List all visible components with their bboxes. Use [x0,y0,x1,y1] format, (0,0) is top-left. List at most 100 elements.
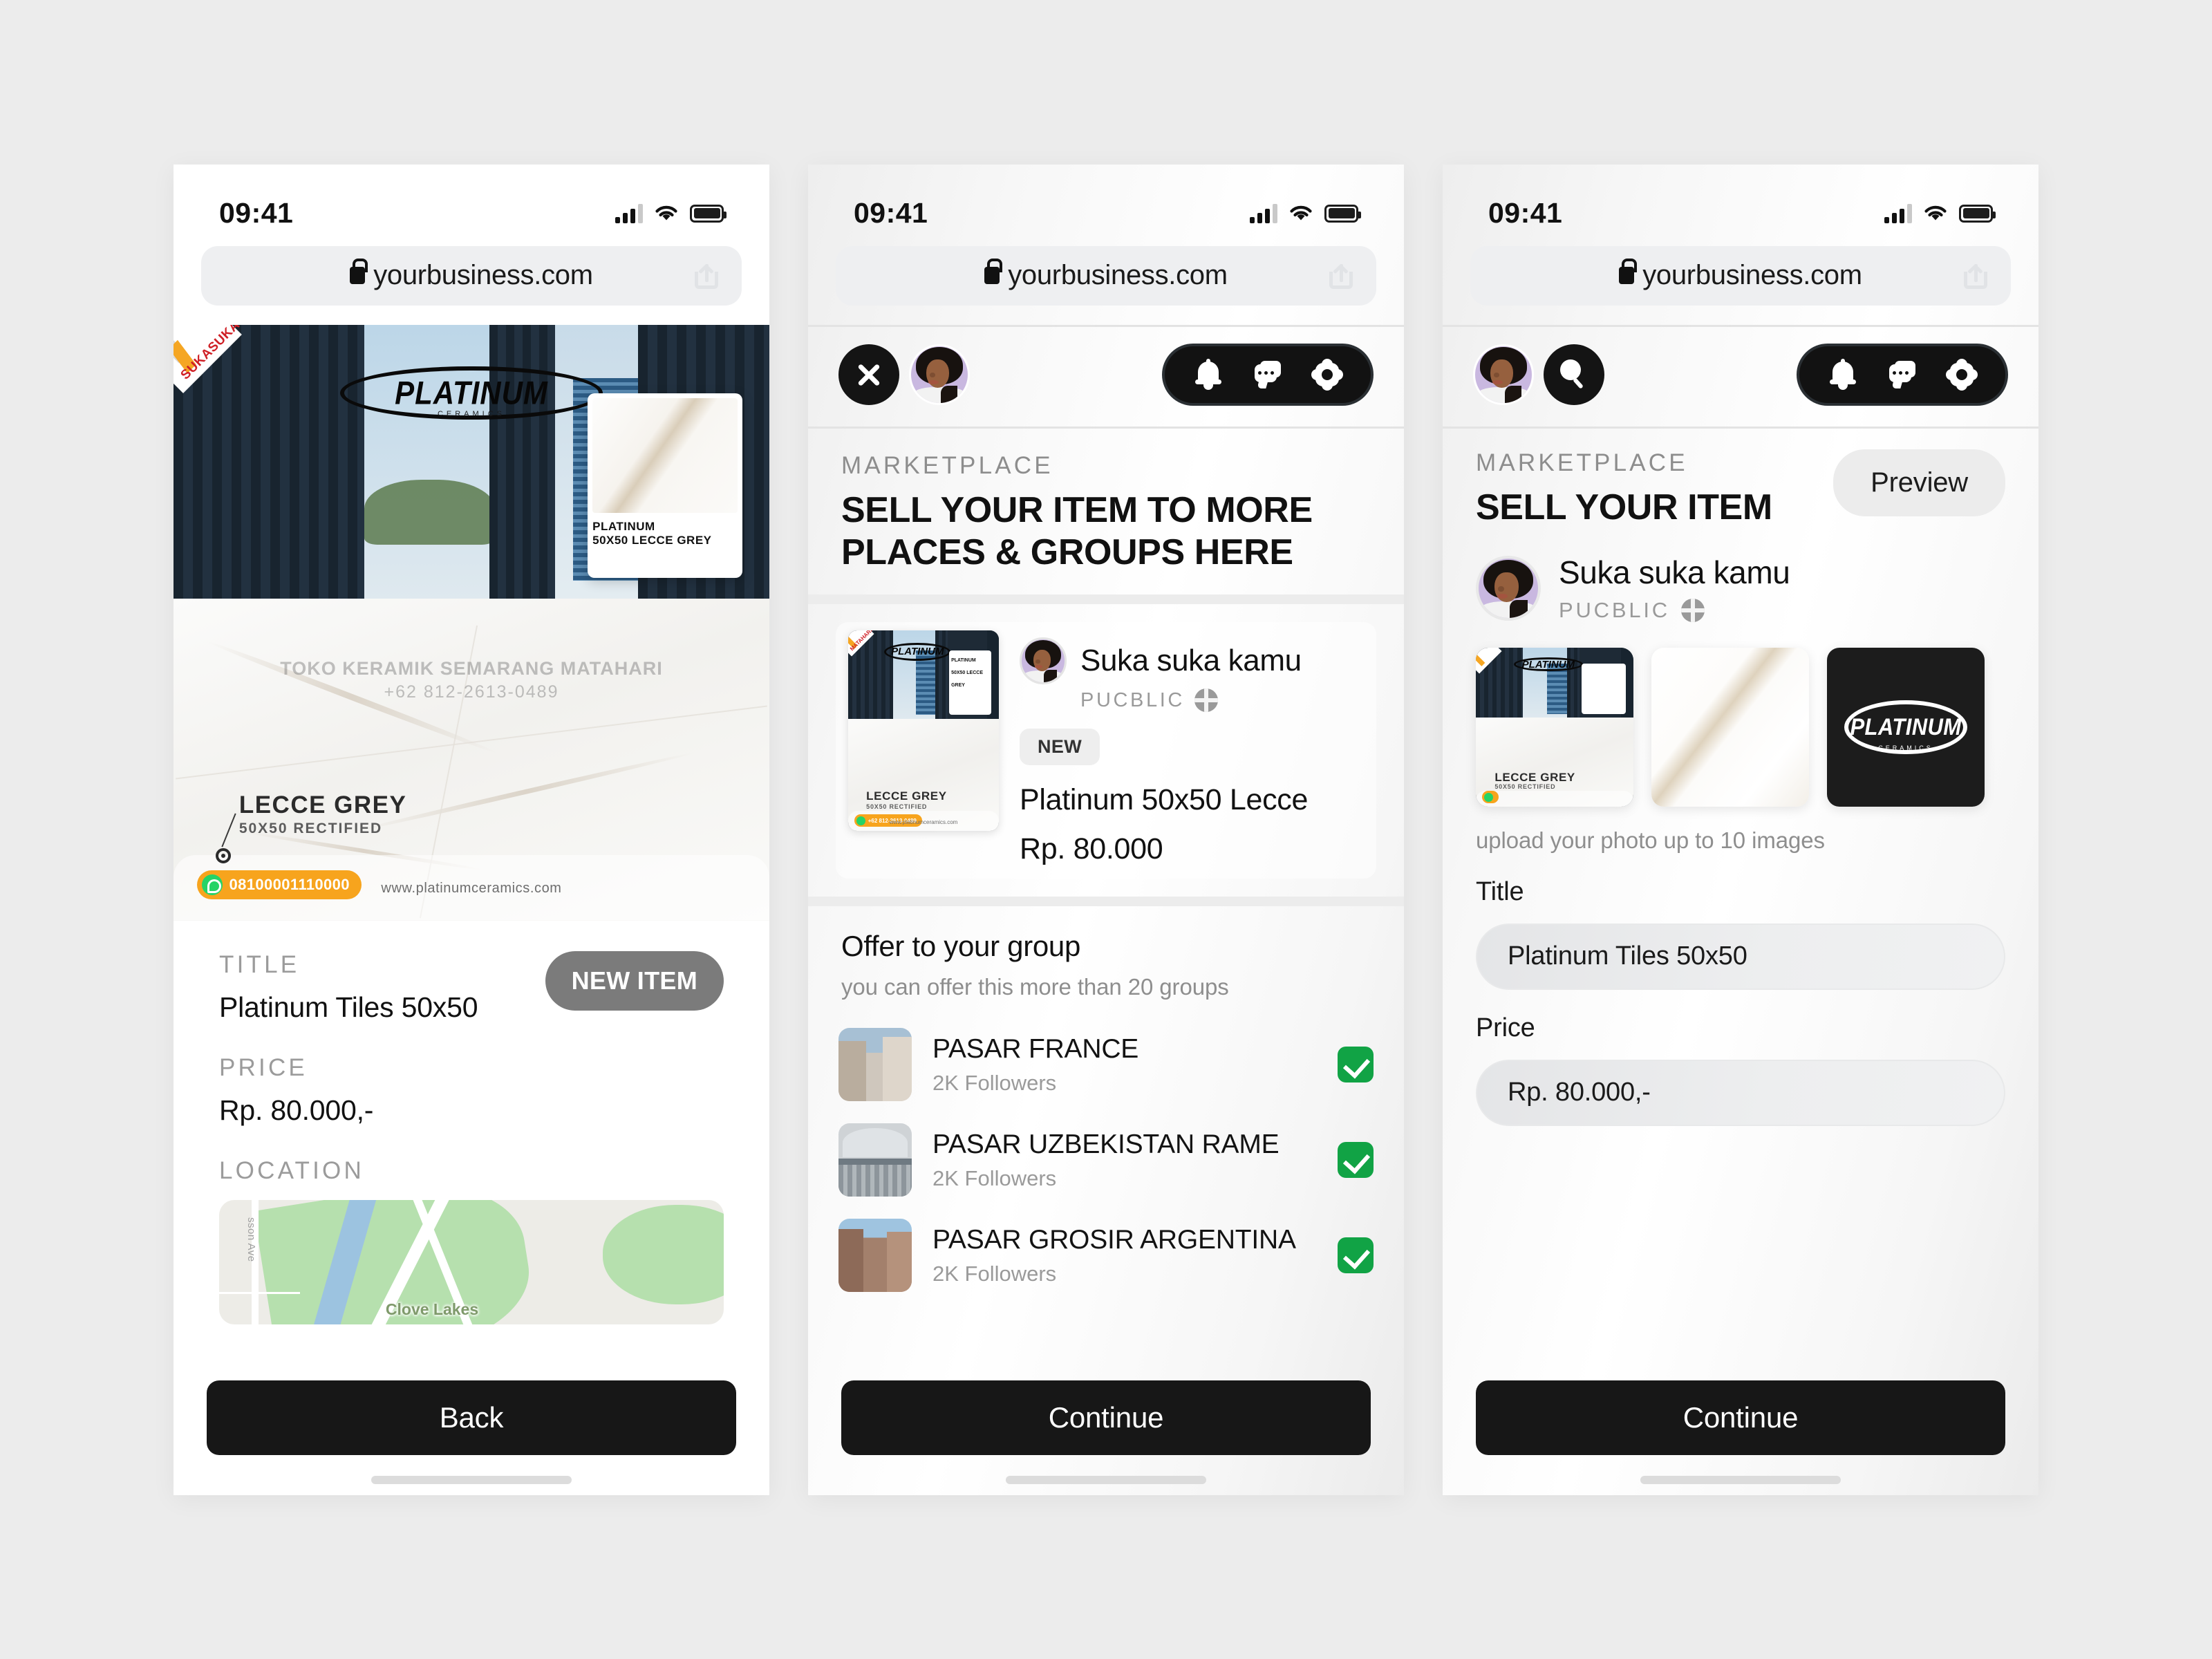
thumb-swatch: PLATINUM 50X50 LECCE GREY [949,650,992,715]
list-item[interactable]: PASAR GROSIR ARGENTINA 2K Followers [838,1209,1374,1304]
eyebrow-label: MARKETPLACE [841,451,1053,479]
image-gallery: PLATINUM LECCE GREY 50X50 RECTIFIED PLAT… [1443,623,2038,807]
product-title: Platinum 50x50 Lecce [1020,783,1309,817]
brand-name: PLATINUM [1850,713,1962,740]
group-name: PASAR UZBEKISTAN RAME [932,1129,1280,1159]
avatar[interactable] [1020,637,1067,685]
url-text: yourbusiness.com [1642,260,1862,290]
list-item[interactable]: PASAR FRANCE 2K Followers [838,1018,1374,1114]
avatar[interactable] [1473,344,1534,405]
group-thumbnail [838,1219,912,1293]
back-button[interactable]: Back [207,1380,736,1455]
battery-icon [690,204,727,223]
app-header-3 [1443,327,2038,427]
screens-container: 09:41 yourbusiness.com PLATINUM CERAMICS… [0,0,2212,1659]
bell-icon[interactable] [1192,358,1224,391]
browser-url-bar-wrap: yourbusiness.com [174,242,769,325]
gear-icon[interactable] [1946,358,1978,391]
group-info: PASAR FRANCE 2K Followers [932,1034,1317,1096]
browser-url-bar[interactable]: yourbusiness.com [201,245,742,306]
title-value: Platinum Tiles 50x50 [219,991,478,1023]
thumb-brand: PLATINUM [884,642,951,661]
close-button[interactable] [838,344,899,405]
group-followers: 2K Followers [932,1261,1057,1286]
seller-row[interactable]: Suka suka kamu [1020,637,1368,685]
swatch-line-1: PLATINUM [592,520,655,534]
share-icon[interactable] [1964,263,1987,289]
status-time: 09:41 [854,197,928,229]
price-label: PRICE [219,1053,308,1081]
bottom-bar-3: Continue [1443,1380,2038,1495]
chat-icon[interactable] [1886,359,1918,391]
avatar[interactable] [909,344,970,405]
new-item-badge[interactable]: NEW ITEM [545,950,724,1011]
browser-url-bar[interactable]: yourbusiness.com [1470,245,2011,306]
avatar[interactable] [1476,555,1541,621]
group-list: PASAR FRANCE 2K Followers PASAR UZBEKIST… [808,1000,1404,1304]
share-icon[interactable] [695,263,718,289]
status-bar: 09:41 [808,165,1404,242]
gallery-item-texture[interactable] [1651,647,1809,807]
platinum-logo: PLATINUM CERAMICS [1844,700,1967,754]
checkbox-checked[interactable] [1338,1047,1374,1083]
title-label: TITLE [219,950,300,978]
gear-icon[interactable] [1311,358,1343,391]
whatsapp-icon [202,874,223,896]
eyebrow-label: MARKETPLACE [1476,449,1688,476]
lock-icon [350,259,368,284]
bell-icon[interactable] [1827,358,1859,391]
thumb-whatsapp-badge [1482,791,1499,804]
thumb-corner-ribbon [1476,647,1508,679]
group-info: PASAR GROSIR ARGENTINA 2K Followers [932,1225,1317,1286]
visibility-label: PUCBLIC [1080,688,1185,711]
thumb-swatch [1581,663,1626,715]
product-thumbnail: PLATINUM PLATINUM 50X50 LECCE GREY LECCE… [848,630,999,832]
whatsapp-badge: 08100001110000 [197,870,362,900]
brand-sub: CERAMICS [437,410,506,419]
product-hero-image[interactable]: PLATINUM CERAMICS PLATINUM 50X50 LECCE G… [174,324,769,921]
status-bar: 09:41 [174,165,769,242]
seller-row[interactable]: Suka suka kamu PUCBLIC [1443,529,2038,623]
preview-button[interactable]: Preview [1833,449,2005,516]
list-item[interactable]: PASAR UZBEKISTAN RAME 2K Followers [838,1114,1374,1209]
browser-url-bar-wrap: yourbusiness.com [808,242,1404,325]
group-info: PASAR UZBEKISTAN RAME 2K Followers [932,1130,1317,1191]
cellular-signal-icon [1884,203,1912,223]
gallery-item-logo[interactable]: PLATINUM CERAMICS [1827,647,1985,807]
title-input[interactable]: Platinum Tiles 50x50 [1476,923,2005,990]
continue-button[interactable]: Continue [841,1380,1371,1455]
phone-screen-3: 09:41 yourbusiness.com MARKETPLACE SELL … [1443,164,2038,1495]
location-map[interactable]: sson Ave Clove Lakes [219,1199,724,1324]
globe-icon [1194,688,1218,713]
checkbox-checked[interactable] [1338,1237,1374,1274]
price-input[interactable]: Rp. 80.000,- [1476,1059,2005,1126]
thumb-brand: PLATINUM [1513,657,1584,672]
title-row: TITLE Platinum Tiles 50x50 NEW ITEM [219,950,724,1024]
phone-screen-2: 09:41 yourbusiness.com MARKETPLACE SELL … [808,164,1404,1495]
url-text: yourbusiness.com [1008,260,1228,290]
product-detail: TITLE Platinum Tiles 50x50 NEW ITEM PRIC… [174,921,769,1380]
share-icon[interactable] [1329,263,1353,289]
product-card[interactable]: PLATINUM PLATINUM 50X50 LECCE GREY LECCE… [836,622,1376,879]
page-title: SELL YOUR ITEM TO MORE PLACES & GROUPS H… [841,489,1313,572]
seller-visibility: PUCBLIC [1559,598,1790,623]
gallery-item-photo[interactable]: PLATINUM LECCE GREY 50X50 RECTIFIED [1476,647,1633,807]
home-indicator [371,1475,572,1484]
status-time: 09:41 [219,197,294,229]
thumb-callout-sub: 50X50 RECTIFIED [1494,782,1556,790]
brand-sub: CERAMICS [1878,744,1933,751]
home-indicator [1640,1475,1841,1484]
chat-icon[interactable] [1252,359,1284,391]
status-icons [1884,203,1996,223]
price-form-group: Price Rp. 80.000,- [1443,990,2038,1126]
map-place-label: Clove Lakes [385,1300,479,1319]
search-button[interactable] [1544,344,1604,405]
product-hero-wrap: PLATINUM CERAMICS PLATINUM 50X50 LECCE G… [174,324,769,921]
status-time: 09:41 [1488,197,1563,229]
home-indicator [1006,1475,1206,1484]
checkbox-checked[interactable] [1338,1142,1374,1179]
header-actions-pill [1162,343,1374,406]
map-street-label: sson Ave [245,1217,257,1262]
continue-button[interactable]: Continue [1476,1380,2005,1455]
browser-url-bar[interactable]: yourbusiness.com [836,245,1376,306]
